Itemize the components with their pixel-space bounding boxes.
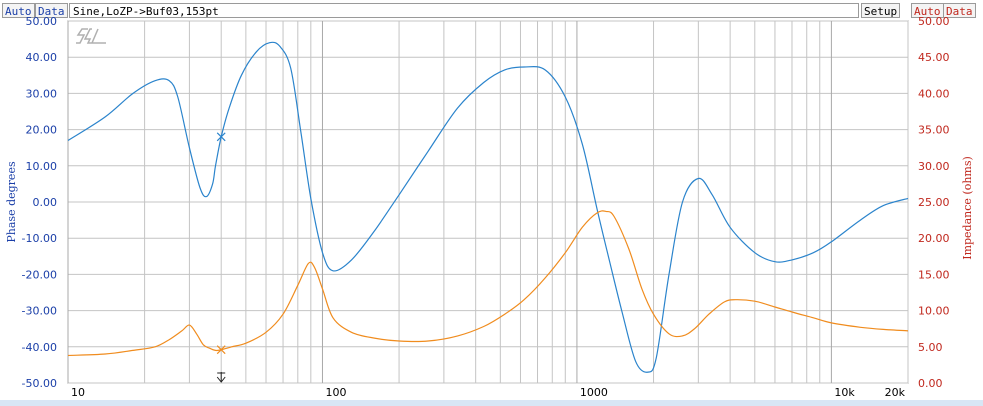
left-tick-label: 40.00 (26, 51, 58, 64)
left-tick-label: -20.00 (22, 268, 57, 281)
right-tick-label: 15.00 (918, 268, 950, 281)
left-tick-label: 30.00 (26, 87, 58, 100)
right-tick-label: 40.00 (918, 87, 950, 100)
x-tick-label: 1000 (580, 386, 608, 399)
right-tick-label: 50.00 (918, 15, 950, 28)
right-tick-label: 35.00 (918, 124, 950, 137)
left-tick-label: -30.00 (22, 305, 57, 318)
right-tick-label: 10.00 (918, 305, 950, 318)
x-tick-label: 100 (325, 386, 346, 399)
right-axis-label: Impedance (ohms) (961, 156, 974, 260)
left-tick-label: 0.00 (33, 196, 58, 209)
left-tick-label: 10.00 (26, 160, 58, 173)
left-tick-label: 20.00 (26, 124, 58, 137)
x-tick-label: 10 (71, 386, 85, 399)
left-tick-label: 50.00 (26, 15, 58, 28)
x-axis-ticks: 10 100 1000 10k 20k (71, 386, 906, 399)
right-tick-label: 0.00 (918, 377, 943, 390)
left-tick-label: -50.00 (22, 377, 57, 390)
bode-chart[interactable]: 50.00 40.00 30.00 20.00 10.00 0.00 -10.00 -20.0… (0, 0, 983, 400)
left-tick-label: -10.00 (22, 232, 57, 245)
left-tick-label: -40.00 (22, 341, 57, 354)
right-tick-label: 20.00 (918, 232, 950, 245)
status-strip (0, 400, 983, 406)
right-tick-label: 5.00 (918, 341, 943, 354)
right-axis-ticks: 50.00 45.00 40.00 35.00 30.00 25.00 20.00 15.00… (918, 15, 950, 390)
left-axis-label: Phase degrees (5, 161, 18, 243)
left-axis-ticks: 50.00 40.00 30.00 20.00 10.00 0.00 -10.00 -20.0… (22, 15, 57, 390)
x-tick-label: 10k (834, 386, 855, 399)
x-tick-label: 20k (885, 386, 906, 399)
right-tick-label: 25.00 (918, 196, 950, 209)
right-tick-label: 30.00 (918, 160, 950, 173)
right-tick-label: 45.00 (918, 51, 950, 64)
